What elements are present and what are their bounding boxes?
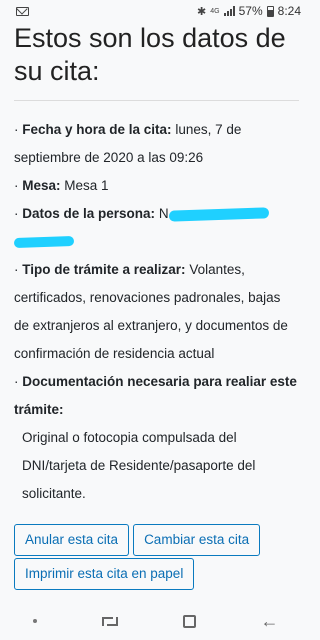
- redaction-mark: [168, 207, 269, 222]
- clock: 8:24: [277, 4, 301, 18]
- status-left: [16, 6, 29, 16]
- docs-value: Original o fotocopia compulsada del DNI/…: [22, 430, 256, 501]
- desk-label: Mesa:: [22, 178, 61, 193]
- mail-icon: [16, 6, 29, 16]
- desk-row: · Mesa: Mesa 1: [14, 178, 109, 193]
- divider: [14, 100, 299, 101]
- procedure-row: · Tipo de trámite a realizar: Volantes, …: [14, 262, 288, 361]
- battery-percent: 57%: [238, 4, 263, 18]
- home-icon[interactable]: [182, 614, 196, 628]
- docs-row: · Documentación necesaria para realiar e…: [14, 374, 297, 417]
- date-row: · Fecha y hora de la cita: lunes, 7 de s…: [14, 122, 242, 165]
- status-right: ✱ 4G 57% 8:24: [197, 4, 301, 18]
- person-label: Datos de la persona:: [22, 206, 156, 221]
- change-appointment-button[interactable]: Cambiar esta cita: [133, 524, 261, 556]
- status-bar: ✱ 4G 57% 8:24: [0, 0, 311, 22]
- recent-apps-icon[interactable]: [101, 616, 118, 626]
- date-label: Fecha y hora de la cita:: [22, 122, 172, 137]
- person-row: · Datos de la persona: N: [13, 200, 299, 256]
- nav-dot-icon: [32, 619, 37, 623]
- desk-value: Mesa 1: [64, 178, 109, 193]
- cancel-appointment-button[interactable]: Anular esta cita: [14, 524, 130, 556]
- procedure-label: Tipo de trámite a realizar:: [22, 262, 186, 277]
- print-appointment-button[interactable]: Imprimir esta cita en papel: [14, 558, 195, 590]
- page-title: Estos son los datos de su cita:: [14, 23, 286, 86]
- signal-icon: [223, 6, 235, 16]
- bluetooth-icon: ✱: [197, 5, 207, 18]
- action-buttons: Anular esta cita Cambiar esta cita Impri…: [14, 524, 299, 590]
- system-nav-bar: ←: [0, 602, 311, 640]
- battery-icon: [266, 5, 274, 17]
- docs-label: Documentación necesaria para realiar est…: [14, 374, 297, 417]
- network-label: 4G: [210, 7, 220, 15]
- person-value: N: [158, 206, 169, 221]
- main-content: Estos son los datos de su cita: · Fecha …: [13, 22, 299, 590]
- back-arrow-icon[interactable]: ←: [261, 611, 279, 632]
- redaction-mark: [13, 236, 75, 249]
